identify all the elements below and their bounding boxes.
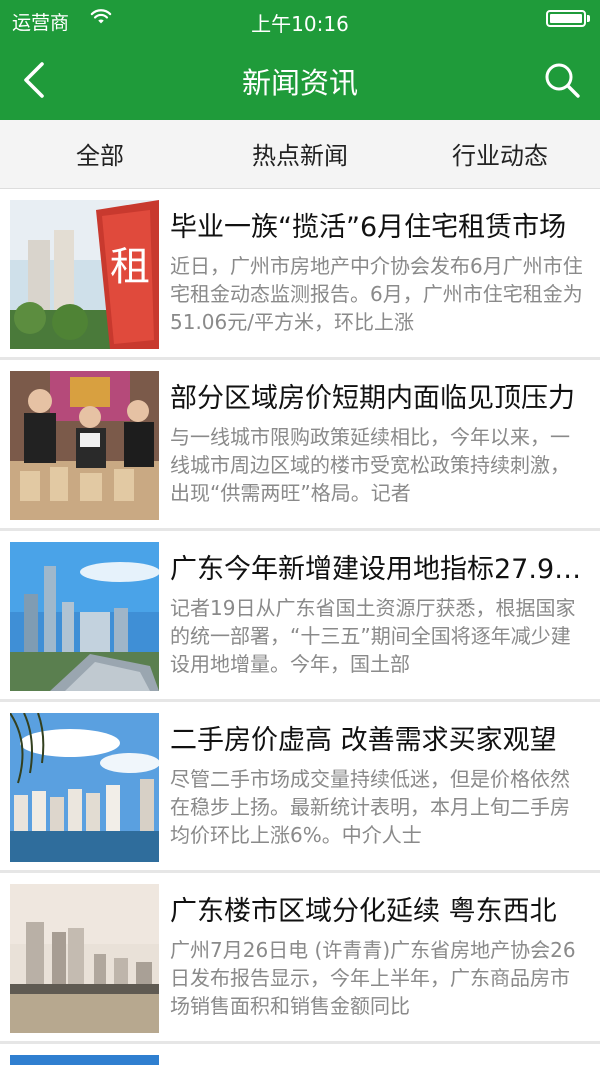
navigation-bar: 新闻资讯	[0, 40, 600, 120]
news-thumbnail: 租	[10, 200, 159, 349]
news-thumbnail	[10, 1055, 159, 1065]
news-item[interactable]: 广东今年新增建设用地指标27.9万亩 记者19日从广东省国土资源厅获悉，根据国家…	[0, 531, 600, 702]
news-summary: 与一线城市限购政策延续相比，今年以来，一线城市周边区域的楼市受宽松政策持续刺激，…	[170, 425, 570, 505]
news-summary: 尽管二手市场成交量持续低迷，但是价格依然在稳步上扬。最新统计表明，本月上旬二手房…	[170, 767, 570, 847]
chevron-left-icon	[24, 62, 44, 98]
tab-all[interactable]: 全部	[0, 120, 200, 188]
tab-hot-news[interactable]: 热点新闻	[200, 120, 400, 188]
status-time: 上午10:16	[251, 12, 349, 36]
news-summary: 广州7月26日电 (许青青)广东省房地产协会26日发布报告显示，今年上半年，广东…	[170, 938, 576, 1018]
header: 运营商 上午10:16 新闻资讯	[0, 0, 600, 120]
search-icon	[545, 63, 580, 98]
news-headline: 毕业一族“揽活”6月住宅租赁市场	[170, 212, 567, 243]
battery-icon	[546, 10, 590, 27]
news-summary: 近日，广州市房地产中介协会发布6月广州市住宅租金动态监测报告。6月，广州市住宅租…	[170, 254, 583, 334]
news-headline: 广东楼市区域分化延续 粤东西北	[170, 896, 557, 927]
status-bar: 运营商 上午10:16	[0, 0, 600, 40]
news-list: 租 毕业一族“揽活”6月住宅租赁市场 近日，广州市房地产中介协会发布6月广州市住…	[0, 189, 600, 1044]
news-item[interactable]: 租 毕业一族“揽活”6月住宅租赁市场 近日，广州市房地产中介协会发布6月广州市住…	[0, 189, 600, 360]
news-item[interactable]: 广东楼市区域分化延续 粤东西北 广州7月26日电 (许青青)广东省房地产协会26…	[0, 873, 600, 1044]
news-thumbnail	[10, 713, 159, 862]
news-thumbnail	[10, 371, 159, 520]
news-thumbnail	[10, 884, 159, 1033]
tab-industry[interactable]: 行业动态	[400, 120, 600, 188]
news-item[interactable]: 二手房价虚高 改善需求买家观望 尽管二手市场成交量持续低迷，但是价格依然在稳步上…	[0, 702, 600, 873]
news-headline: 二手房价虚高 改善需求买家观望	[170, 725, 557, 756]
news-summary: 记者19日从广东省国土资源厅获悉，根据国家的统一部署，“十三五”期间全国将逐年减…	[170, 596, 576, 676]
news-item[interactable]: 部分区域房价短期内面临见顶压力 与一线城市限购政策延续相比，今年以来，一线城市周…	[0, 360, 600, 531]
category-tabs: 全部 热点新闻 行业动态	[0, 120, 600, 189]
news-headline: 部分区域房价短期内面临见顶压力	[170, 383, 575, 414]
svg-text:租: 租	[110, 244, 150, 290]
search-button[interactable]	[542, 60, 582, 100]
page-title: 新闻资讯	[241, 66, 358, 100]
news-headline: 广东今年新增建设用地指标27.9万亩	[170, 554, 588, 585]
news-thumbnail	[10, 542, 159, 691]
back-button[interactable]	[18, 58, 52, 102]
